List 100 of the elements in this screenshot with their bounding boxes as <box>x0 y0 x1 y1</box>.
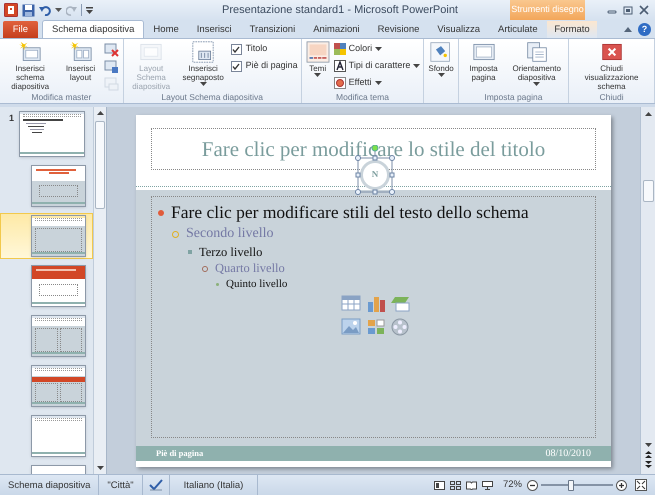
view-status: Schema diapositiva <box>0 474 100 495</box>
ribbon-tab[interactable]: Articulate <box>489 21 547 38</box>
slide-thumbnail[interactable] <box>31 365 86 407</box>
app-icon[interactable] <box>4 3 18 17</box>
close-icon[interactable] <box>639 5 649 15</box>
zoom-level[interactable]: 72% <box>502 478 527 492</box>
slide-sorter-icon[interactable] <box>450 480 461 490</box>
check-icon <box>232 46 240 52</box>
menu-button[interactable]: Tipi di carattere <box>334 58 420 74</box>
checkbox[interactable] <box>230 60 242 72</box>
ribbon-tab[interactable]: Inserisci <box>188 21 241 38</box>
film-reel-icon[interactable] <box>390 317 410 336</box>
vertical-scrollbar[interactable] <box>93 107 106 474</box>
outline-text: Quarto livello <box>215 260 285 278</box>
slide-thumbnail[interactable] <box>31 415 86 457</box>
reading-view-icon[interactable] <box>466 480 477 490</box>
next-slide-icon[interactable] <box>644 461 652 468</box>
language-status[interactable]: Italiano (Italia) <box>170 474 258 495</box>
window-title: Presentazione standard1 - Microsoft PowerPoint <box>220 2 459 18</box>
group-label: Imposta pagina <box>483 92 544 103</box>
checkbox-label: Titolo <box>246 42 268 56</box>
layout-icon <box>139 41 164 63</box>
zoom-in-icon[interactable] <box>616 480 627 490</box>
slide-number: 1 <box>9 113 14 123</box>
proofing-icon[interactable] <box>148 479 163 491</box>
diagram-icon[interactable] <box>390 294 410 314</box>
ribbon-button[interactable]: Imposta pagina <box>462 40 506 82</box>
slide-thumbnail[interactable] <box>31 265 86 307</box>
previous-slide-icon[interactable] <box>644 451 652 458</box>
clip-art-icon[interactable] <box>366 317 386 336</box>
bullet-icon <box>202 266 208 272</box>
ribbon-button[interactable]: Inserisci schema diapositiva <box>3 40 58 91</box>
footer-text: Piè di pagina <box>156 447 204 460</box>
group-label: Layout Schema diapositiva <box>160 92 264 103</box>
help-button[interactable]: ? <box>638 23 651 36</box>
ribbon-tab[interactable]: Formato <box>546 21 598 38</box>
close-view-icon <box>600 41 624 63</box>
content-placeholder[interactable]: Fare clic per modificare stili del testo dello schema Secondo livello Terzo livello Quarto livello Quinto livello <box>151 196 596 438</box>
ribbon-button[interactable]: Orientamento diapositiva <box>508 40 566 86</box>
customize-menu-icon[interactable] <box>86 6 93 14</box>
scroll-down-icon <box>644 443 652 447</box>
restore-icon[interactable] <box>623 5 633 15</box>
small-tool-button[interactable] <box>104 58 120 74</box>
undo-icon[interactable] <box>39 4 51 16</box>
slide-thumbnail[interactable] <box>31 215 86 257</box>
ribbon-button[interactable]: Inserisci layout <box>60 40 101 82</box>
slide-thumbnail[interactable] <box>31 315 86 357</box>
effects-icon <box>334 77 346 89</box>
outline-text: Fare clic per modificare stili del testo dello schema <box>171 201 529 224</box>
ribbon-button[interactable]: Inserisci segnaposto <box>178 40 228 86</box>
menu-button[interactable]: Colori <box>334 41 420 57</box>
zoom-slider-thumb[interactable] <box>568 480 574 490</box>
slide-thumbnail[interactable] <box>19 111 85 157</box>
ribbon-tab[interactable]: Schema diapositiva <box>42 20 144 38</box>
zoom-out-icon[interactable] <box>527 480 538 490</box>
slide-layout-icon <box>18 41 42 63</box>
ribbon-tab[interactable]: File <box>2 21 38 38</box>
ribbon-tab[interactable]: Transizioni <box>240 21 304 38</box>
small-tool-button[interactable] <box>104 41 120 57</box>
fit-to-window-icon[interactable] <box>635 479 647 491</box>
table-icon[interactable] <box>341 294 361 314</box>
bullet-icon <box>158 210 164 216</box>
outline-text: Terzo livello <box>199 244 262 260</box>
ribbon-button[interactable]: Temi <box>304 40 331 77</box>
themes-icon <box>306 41 330 63</box>
outline-text: Quinto livello <box>226 277 288 292</box>
rename-icon <box>104 58 120 74</box>
scroll-up-icon <box>96 111 104 115</box>
vertical-scrollbar[interactable] <box>640 107 655 474</box>
save-icon[interactable] <box>22 4 35 16</box>
slide-show-icon[interactable] <box>482 480 493 490</box>
ribbon-button[interactable]: Sfondo <box>427 40 455 77</box>
checkbox[interactable] <box>230 44 242 54</box>
outline-text: Secondo livello <box>186 224 274 243</box>
check-icon <box>232 62 240 70</box>
ribbon-tab[interactable]: Visualizza <box>428 21 489 38</box>
caret-icon <box>55 8 62 12</box>
colors-icon <box>334 43 346 55</box>
bar-chart-icon[interactable] <box>366 294 386 314</box>
menu-button[interactable]: Effetti <box>334 75 420 91</box>
scroll-down-icon <box>96 466 104 470</box>
delete-icon <box>104 42 120 56</box>
scrollbar-thumb[interactable] <box>642 180 654 202</box>
ribbon-button[interactable]: Chiudi visualizzazione schema <box>572 40 651 91</box>
checkbox-label: Piè di pagina <box>246 59 298 72</box>
preserve-icon <box>104 76 120 90</box>
collapse-ribbon-icon[interactable] <box>624 27 632 32</box>
date-text: 08/10/2010 <box>545 447 591 461</box>
group-label: Chiudi <box>598 92 625 103</box>
bullet-icon <box>216 283 219 286</box>
scrollbar-thumb[interactable] <box>95 121 105 209</box>
theme-status: "Città" <box>99 474 143 495</box>
normal-view-icon[interactable] <box>434 480 445 490</box>
picture-icon[interactable] <box>341 317 361 336</box>
placeholder-icon <box>191 41 216 63</box>
ribbon-tab[interactable]: Animazioni <box>304 21 369 38</box>
ribbon-tab[interactable]: Home <box>144 21 188 38</box>
ribbon-tab[interactable]: Revisione <box>368 21 428 38</box>
page-setup-icon <box>472 41 496 63</box>
slide-thumbnail[interactable] <box>31 165 86 207</box>
